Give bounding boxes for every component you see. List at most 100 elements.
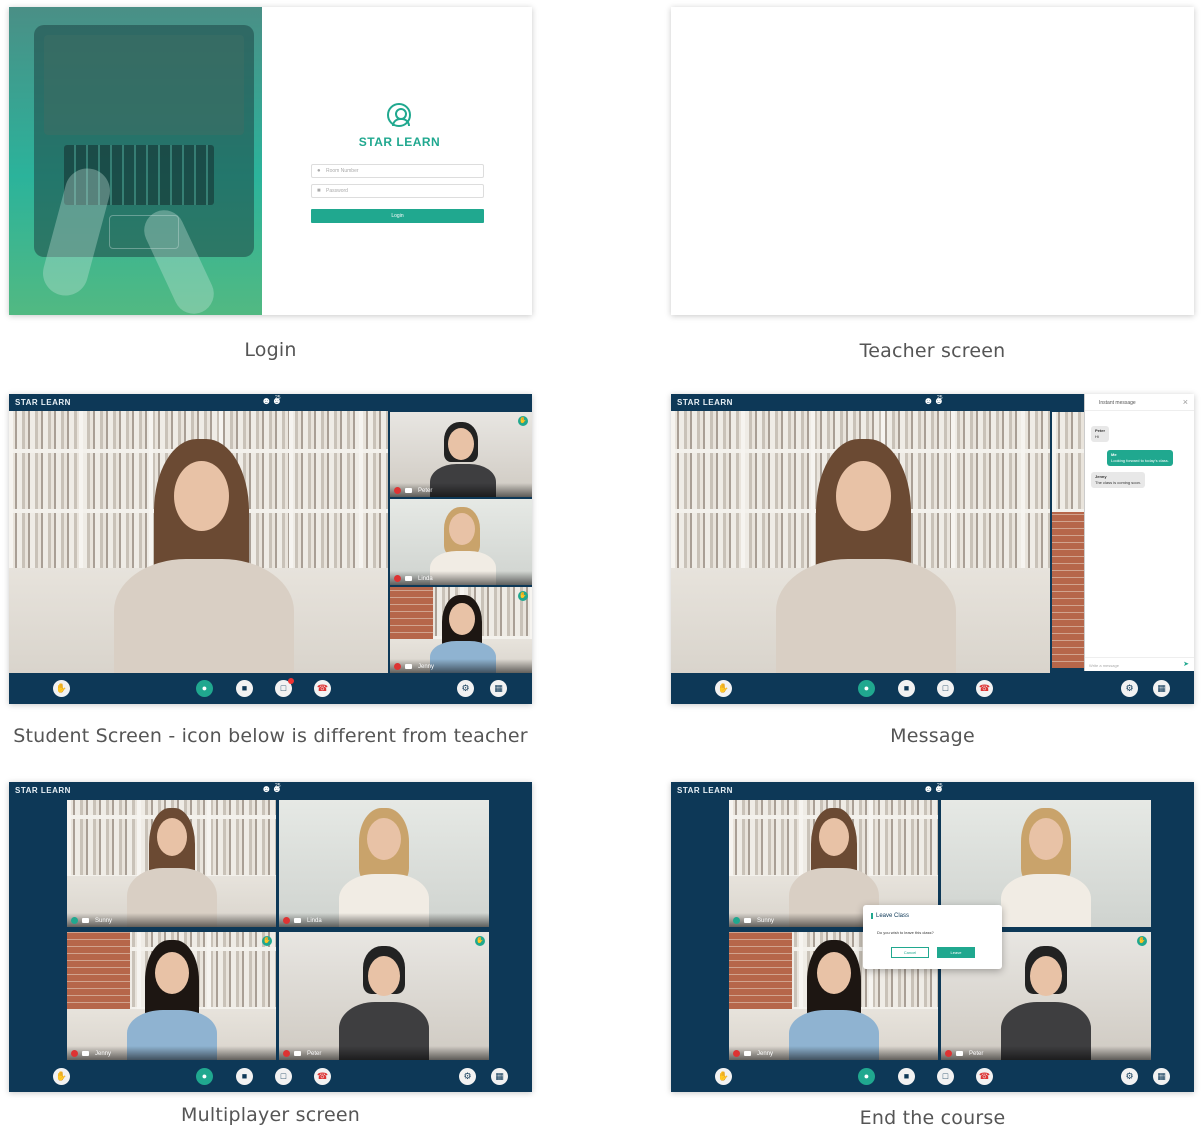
raise-hand-button[interactable]: ✋	[53, 680, 70, 697]
camera-button[interactable]: ■	[898, 1068, 915, 1085]
participants-icon[interactable]: ☻☻ 25	[261, 783, 282, 795]
microphone-off-icon[interactable]	[394, 663, 401, 670]
microphone-button[interactable]: ●	[196, 1068, 213, 1085]
layout-button[interactable]: ▦	[491, 1068, 508, 1085]
layout-button[interactable]: ▦	[1153, 680, 1170, 697]
participant-tile-linda[interactable]: Linda	[390, 499, 532, 585]
layout-button[interactable]: ▦	[490, 680, 507, 697]
microphone-button[interactable]: ●	[858, 680, 875, 697]
participants-icon[interactable]: ☻☻ 25	[261, 395, 282, 407]
chat-button[interactable]: □	[275, 1068, 292, 1085]
participants-icon[interactable]: ☻☻ 25	[923, 395, 944, 407]
microphone-icon: ●	[201, 683, 208, 693]
microphone-icon: ●	[863, 683, 870, 693]
chat-message: Jenny The class is coming soon.	[1091, 472, 1146, 488]
hang-up-button[interactable]: ☎	[314, 1068, 331, 1085]
chat-header: Instant message ×	[1085, 394, 1194, 411]
hang-up-button[interactable]: ☎	[314, 680, 331, 697]
camera-icon[interactable]	[405, 576, 412, 581]
login-button[interactable]: Login	[311, 209, 484, 223]
camera-button[interactable]: ■	[236, 1068, 253, 1085]
brand-logo: STAR LEARN	[15, 786, 71, 795]
chat-button[interactable]: □	[275, 678, 294, 697]
control-bar: ✋ ● ■ □ ☎ ⚙ ▦	[671, 673, 1194, 704]
raise-hand-button[interactable]: ✋	[715, 1068, 732, 1085]
unread-badge	[288, 678, 294, 684]
leave-class-dialog: Leave Class Do you wish to leave this cl…	[863, 905, 1002, 969]
user-logo-icon	[387, 103, 411, 127]
main-video	[9, 411, 388, 673]
camera-icon[interactable]	[82, 918, 89, 923]
chat-icon: □	[942, 683, 949, 693]
layout-grid-icon: ▦	[495, 1071, 504, 1081]
camera-button[interactable]: ■	[236, 680, 253, 697]
room-number-input[interactable]: ● Room Number	[311, 164, 484, 178]
settings-button[interactable]: ⚙	[457, 680, 474, 697]
raise-hand-button[interactable]: ✋	[53, 1068, 70, 1085]
camera-icon[interactable]	[956, 1051, 963, 1056]
camera-icon[interactable]	[82, 1051, 89, 1056]
microphone-off-icon[interactable]	[283, 917, 290, 924]
hang-up-button[interactable]: ☎	[976, 680, 993, 697]
brand-logo: STAR LEARN	[677, 786, 733, 795]
camera-button[interactable]: ■	[898, 680, 915, 697]
message-screen: STAR LEARN ☻☻ 25 Instant message × Peter H…	[671, 394, 1194, 704]
end-course-screen: STAR LEARN ☻☻ 25 Sunny Jenny ✋ Peter Lea…	[671, 782, 1194, 1092]
raise-hand-icon: ✋	[55, 683, 68, 693]
participant-tile-linda[interactable]: Linda	[279, 800, 489, 927]
control-bar: ✋ ● ■ □ ☎ ⚙ ▦	[671, 1061, 1194, 1092]
chat-message: Me Looking forward to today's class.	[1107, 450, 1173, 466]
microphone-button[interactable]: ●	[196, 680, 213, 697]
chat-button[interactable]: □	[937, 1068, 954, 1085]
participant-name: Jenny	[95, 1051, 112, 1057]
multiplayer-screen: STAR LEARN ☻☻ 25 Sunny Linda ✋ Jenny ✋ P…	[9, 782, 532, 1092]
participants-icon[interactable]: ☻☻ 25	[923, 783, 944, 795]
camera-icon[interactable]	[405, 664, 412, 669]
password-input[interactable]: ■ Password	[311, 184, 484, 198]
microphone-off-icon[interactable]	[394, 575, 401, 582]
message-text: Looking forward to today's class.	[1111, 458, 1169, 463]
participant-tile-peter[interactable]: ✋ Peter	[390, 412, 532, 497]
participant-name: Linda	[418, 576, 433, 582]
chat-icon: □	[280, 1071, 287, 1081]
participant-tile-jenny[interactable]: ✋ Jenny	[390, 587, 532, 673]
microphone-off-icon[interactable]	[945, 1050, 952, 1057]
student-screen: STAR LEARN ☻☻ 25 ✋ Peter Linda ✋ Jenny ✋…	[9, 394, 532, 704]
camera-icon[interactable]	[405, 488, 412, 493]
send-icon[interactable]: ➤	[1183, 660, 1189, 668]
chat-button[interactable]: □	[937, 680, 954, 697]
participant-count: 25	[937, 395, 943, 401]
settings-button[interactable]: ⚙	[459, 1068, 476, 1085]
hang-up-icon: ☎	[978, 683, 991, 693]
hang-up-button[interactable]: ☎	[976, 1068, 993, 1085]
microphone-off-icon[interactable]	[71, 1050, 78, 1057]
caption-end: End the course	[859, 1107, 1006, 1129]
layout-button[interactable]: ▦	[1153, 1068, 1170, 1085]
camera-icon[interactable]	[744, 1051, 751, 1056]
camera-icon[interactable]	[294, 918, 301, 923]
microphone-icon[interactable]	[71, 917, 78, 924]
microphone-icon[interactable]	[733, 917, 740, 924]
microphone-off-icon[interactable]	[394, 487, 401, 494]
settings-button[interactable]: ⚙	[1121, 680, 1138, 697]
close-icon[interactable]: ×	[1183, 397, 1188, 407]
settings-button[interactable]: ⚙	[1121, 1068, 1138, 1085]
hang-up-icon: ☎	[316, 1071, 329, 1081]
participant-tile-jenny[interactable]: ✋ Jenny	[67, 932, 276, 1060]
participant-name: Jenny	[757, 1051, 774, 1057]
message-input[interactable]: Write a message ➤	[1085, 657, 1194, 671]
participant-tile-sunny[interactable]: Sunny	[67, 800, 276, 927]
chat-title: Instant message	[1099, 400, 1136, 406]
microphone-button[interactable]: ●	[858, 1068, 875, 1085]
participant-tile-peter[interactable]: ✋ Peter	[279, 932, 489, 1060]
control-bar: ✋ ● ■ □ ☎ ⚙ ▦	[9, 673, 532, 704]
microphone-off-icon[interactable]	[733, 1050, 740, 1057]
camera-icon[interactable]	[294, 1051, 301, 1056]
camera-icon[interactable]	[744, 918, 751, 923]
participant-name: Sunny	[757, 918, 775, 924]
cancel-button[interactable]: Cancel	[891, 947, 929, 958]
microphone-off-icon[interactable]	[283, 1050, 290, 1057]
participant-count: 25	[275, 395, 281, 401]
leave-button[interactable]: Leave	[937, 947, 975, 958]
raise-hand-button[interactable]: ✋	[715, 680, 732, 697]
